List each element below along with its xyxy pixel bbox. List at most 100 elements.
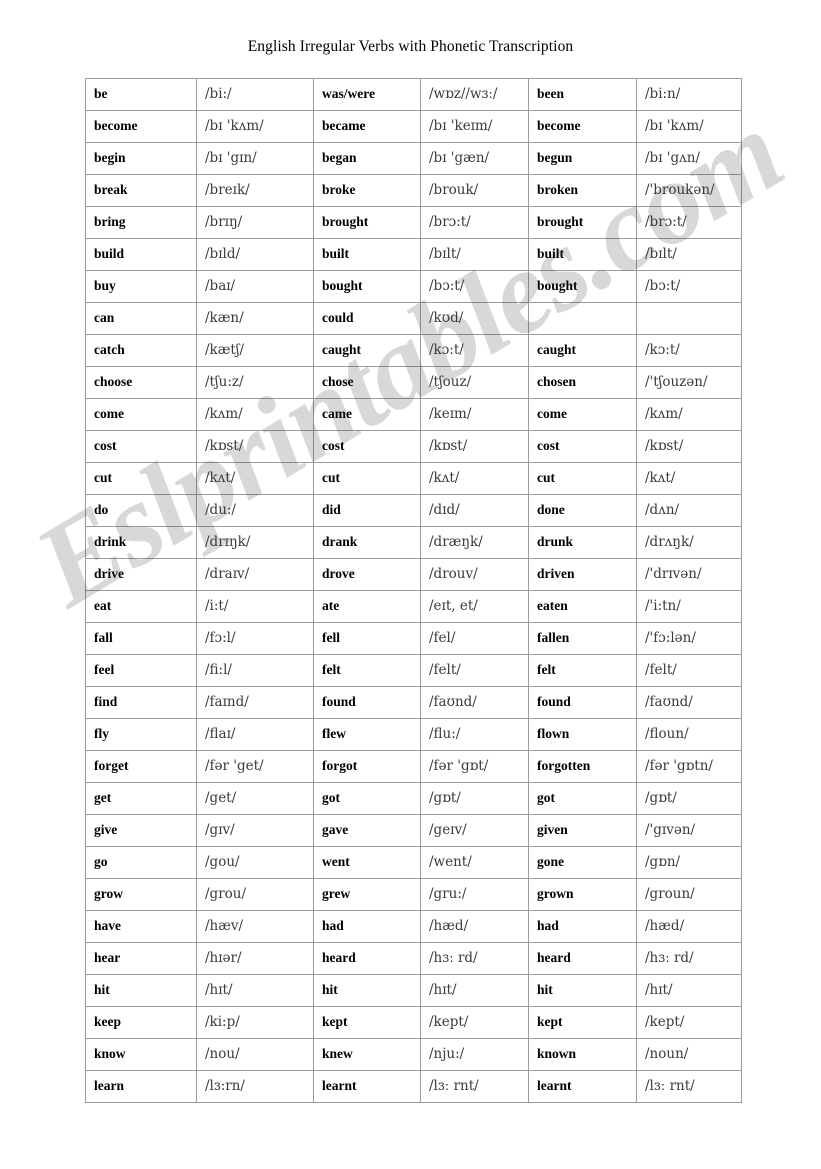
table-cell-ipa: /groun/	[636, 878, 742, 911]
table-cell-ipa: /kept/	[420, 1006, 529, 1039]
table-cell-verb: had	[528, 910, 637, 943]
table-cell-ipa: /keɪm/	[420, 398, 529, 431]
table-cell-verb: know	[85, 1038, 197, 1071]
table-cell-ipa: /get/	[196, 782, 314, 815]
table-cell-verb: eaten	[528, 590, 637, 623]
table-cell-ipa: /bɔ:t/	[636, 270, 742, 303]
table-cell-verb: broken	[528, 174, 637, 207]
table-cell-verb: grew	[313, 878, 421, 911]
table-cell-verb: cost	[528, 430, 637, 463]
table-cell-verb: fall	[85, 622, 197, 655]
table-cell-verb: caught	[528, 334, 637, 367]
table-cell-verb: known	[528, 1038, 637, 1071]
table-cell-verb: broke	[313, 174, 421, 207]
table-cell-ipa: /brɪŋ/	[196, 206, 314, 239]
worksheet-page: Eslprintables.com English Irregular Verb…	[0, 0, 821, 1169]
table-cell-verb: fell	[313, 622, 421, 655]
table-cell-ipa: /fər 'gɒt/	[420, 750, 529, 783]
table-cell-ipa: /bɪ 'gʌn/	[636, 142, 742, 175]
table-cell-verb: bought	[528, 270, 637, 303]
table-cell-ipa: /bi:n/	[636, 78, 742, 111]
table-cell-verb: grow	[85, 878, 197, 911]
table-row: bring/brɪŋ/brought/brɔ:t/brought/brɔ:t/	[85, 206, 742, 239]
table-row: learn/lɜ:rn/learnt/lɜː rnt/learnt/lɜː rn…	[85, 1070, 742, 1103]
table-cell-ipa: /drʌŋk/	[636, 526, 742, 559]
table-cell-ipa: /fər 'get/	[196, 750, 314, 783]
table-cell-ipa: /eɪt, et/	[420, 590, 529, 623]
table-cell-verb: learnt	[313, 1070, 421, 1103]
table-cell-verb: brought	[528, 206, 637, 239]
table-cell-ipa: /kʌt/	[420, 462, 529, 495]
table-cell-verb: given	[528, 814, 637, 847]
table-cell-ipa: /gɪv/	[196, 814, 314, 847]
table-row: break/breɪk/broke/brouk/broken/'broukən/	[85, 174, 742, 207]
table-cell-ipa: /kætʃ/	[196, 334, 314, 367]
table-cell-verb: begun	[528, 142, 637, 175]
table-cell-verb: fallen	[528, 622, 637, 655]
table-cell-verb: gone	[528, 846, 637, 879]
table-cell-ipa: /gɒt/	[636, 782, 742, 815]
table-cell-verb: heard	[528, 942, 637, 975]
table-cell-verb: been	[528, 78, 637, 111]
table-row: hear/hɪər/heard/hɜː rd/heard/hɜː rd/	[85, 942, 742, 975]
table-cell-verb: came	[313, 398, 421, 431]
table-cell-ipa: /dɪd/	[420, 494, 529, 527]
table-cell-ipa: /lɜ:rn/	[196, 1070, 314, 1103]
table-row: catch/kætʃ/caught/kɔ:t/caught/kɔ:t/	[85, 334, 742, 367]
table-cell-ipa: /bɔ:t/	[420, 270, 529, 303]
table-cell-ipa: /flu:/	[420, 718, 529, 751]
table-cell-verb: hear	[85, 942, 197, 975]
table-cell-verb: do	[85, 494, 197, 527]
table-cell-ipa: /tʃu:z/	[196, 366, 314, 399]
table-row: become/bɪ 'kʌm/became/bɪ 'keɪm/become/bɪ…	[85, 110, 742, 143]
table-cell-verb: break	[85, 174, 197, 207]
table-cell-ipa: /lɜː rnt/	[636, 1070, 742, 1103]
table-row: have/hæv/had/hæd/had/hæd/	[85, 910, 742, 943]
table-cell-ipa: /hæd/	[636, 910, 742, 943]
table-row: choose/tʃu:z/chose/tʃouz/chosen/'tʃouzən…	[85, 366, 742, 399]
table-cell-ipa: /kɒst/	[196, 430, 314, 463]
table-cell-verb: build	[85, 238, 197, 271]
table-cell-verb: drive	[85, 558, 197, 591]
table-row: know/nou/knew/nju:/known/noun/	[85, 1038, 742, 1071]
table-cell-ipa: /wɒz//wɜː/	[420, 78, 529, 111]
table-cell-ipa: /kʊd/	[420, 302, 529, 335]
table-cell-verb: bring	[85, 206, 197, 239]
table-cell-verb: learnt	[528, 1070, 637, 1103]
table-cell-verb: drink	[85, 526, 197, 559]
table-cell-ipa: /hɜː rd/	[420, 942, 529, 975]
table-cell-ipa: /faʊnd/	[420, 686, 529, 719]
table-cell-ipa: /hɪt/	[636, 974, 742, 1007]
table-row: cost/kɒst/cost/kɒst/cost/kɒst/	[85, 430, 742, 463]
table-cell-ipa: /kɒst/	[636, 430, 742, 463]
table-cell-verb: fly	[85, 718, 197, 751]
table-cell-verb: forgot	[313, 750, 421, 783]
table-cell-verb: drove	[313, 558, 421, 591]
table-cell-ipa: /draɪv/	[196, 558, 314, 591]
table-cell-verb: was/were	[313, 78, 421, 111]
table-cell-ipa: /kʌm/	[636, 398, 742, 431]
table-cell-ipa: /tʃouz/	[420, 366, 529, 399]
table-cell-ipa: /hɪər/	[196, 942, 314, 975]
table-row: grow/grou/grew/gru:/grown/groun/	[85, 878, 742, 911]
table-cell-verb: had	[313, 910, 421, 943]
table-cell-verb: went	[313, 846, 421, 879]
table-row: fly/flaɪ/flew/flu:/flown/floun/	[85, 718, 742, 751]
table-cell-verb: cut	[85, 462, 197, 495]
table-cell-verb: felt	[528, 654, 637, 687]
table-cell-verb: become	[85, 110, 197, 143]
table-cell-ipa: /fər 'gɒtn/	[636, 750, 742, 783]
table-row: feel/fi:l/felt/felt/felt/felt/	[85, 654, 742, 687]
table-cell-verb: can	[85, 302, 197, 335]
table-cell-ipa: /kʌt/	[636, 462, 742, 495]
table-cell-ipa: /du:/	[196, 494, 314, 527]
table-cell-ipa: /bɪld/	[196, 238, 314, 271]
table-cell-ipa: /gou/	[196, 846, 314, 879]
table-cell-ipa: /'fɔ:lən/	[636, 622, 742, 655]
verb-table-container: be/bi:/was/were/wɒz//wɜː/been/bi:n/becom…	[85, 78, 742, 1103]
table-cell-verb: kept	[313, 1006, 421, 1039]
table-cell-ipa: /brouk/	[420, 174, 529, 207]
table-cell-verb: felt	[313, 654, 421, 687]
table-cell-ipa: /fi:l/	[196, 654, 314, 687]
table-cell-ipa: /nju:/	[420, 1038, 529, 1071]
